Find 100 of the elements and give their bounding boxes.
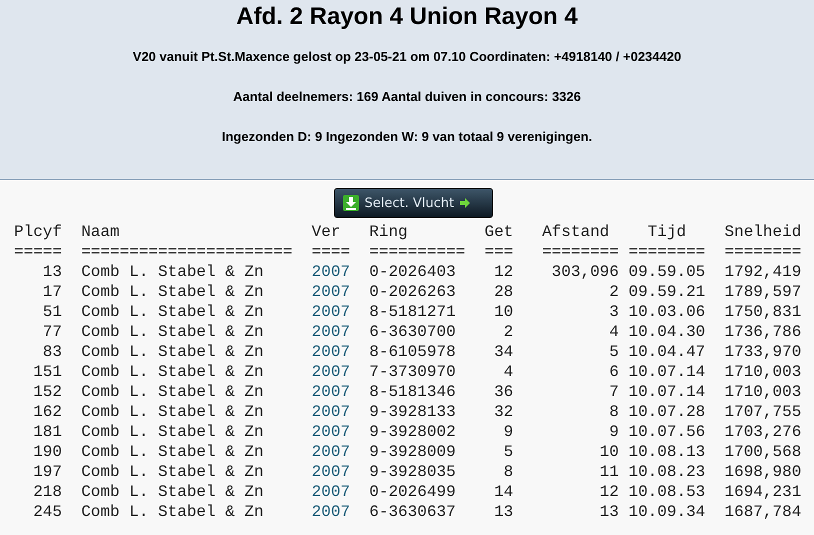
table-cell-text: 6-3630637 (369, 502, 457, 522)
table-cell: 1710,003 (724, 362, 802, 382)
table-cell-text: 8 (608, 402, 619, 422)
table-cell: 10.08.13 (628, 442, 706, 462)
table-cell: 09.59.21 (628, 282, 706, 302)
table-cell-text: 9-3928009 (369, 442, 457, 462)
table-cell: 1687,784 (724, 502, 802, 522)
table-cell-text: 12 (493, 262, 514, 282)
table-cell-text: 51 (42, 302, 62, 322)
column-header: Naam (81, 222, 121, 242)
column-header: Ring (369, 222, 409, 242)
table-cell-text: 3 (608, 302, 619, 322)
table-cell: 1736,786 (724, 322, 802, 342)
page-title: Afd. 2 Rayon 4 Union Rayon 4 (235, 3, 579, 31)
table-cell: 1750,831 (724, 302, 802, 322)
table-cell-text: 7 (608, 382, 619, 402)
year-link[interactable]: 2007 (312, 482, 350, 502)
table-cell-text: 151 (32, 362, 62, 382)
table-cell-text: 9 (502, 422, 514, 442)
table-cell-text: 9-3928133 (369, 402, 457, 422)
table-cell-text: 162 (32, 402, 62, 422)
table-cell-text: 152 (32, 382, 62, 402)
table-cell-text: 0-2026263 (369, 282, 457, 302)
table-cell-text: 14 (493, 482, 514, 502)
table-cell-text: Comb L. Stabel & Zn (81, 402, 265, 422)
year-link[interactable]: 2007 (312, 502, 350, 522)
year-link[interactable]: 2007 (312, 282, 350, 302)
table-cell-text: 6-3630700 (369, 322, 457, 342)
year-link[interactable]: 2007 (312, 362, 350, 382)
table-cell-text: 36 (493, 382, 514, 402)
table-cell: 10.07.14 (628, 382, 706, 402)
year-link[interactable]: 2007 (312, 402, 350, 422)
table-cell-text: 9-3928035 (369, 462, 457, 482)
table-cell: 10.04.30 (628, 322, 706, 342)
year-link[interactable]: 2007 (312, 262, 350, 282)
table-cell-text: 303,096 (550, 262, 619, 282)
year-link[interactable]: 2007 (312, 342, 350, 362)
select-flight-button[interactable]: Select. Vlucht (334, 188, 492, 218)
table-cell-text: 190 (32, 442, 62, 462)
header-underline: ======== (628, 242, 706, 262)
table-cell-text: Comb L. Stabel & Zn (81, 342, 265, 362)
table-cell-text: 181 (32, 422, 62, 442)
table-cell-text: 0-2026403 (369, 262, 457, 282)
year-link[interactable]: 2007 (312, 382, 350, 402)
info-line: V20 vanuit Pt.St.Maxence gelost op 23-05-21 om 07.10 Coordinaten: +4918140 / +0234420 (132, 49, 682, 65)
table-cell-text: 5 (608, 342, 619, 362)
column-header: Afstand (542, 222, 610, 242)
year-link[interactable]: 2007 (312, 422, 350, 442)
table-cell: 10.07.14 (628, 362, 706, 382)
table-cell-text: Comb L. Stabel & Zn (81, 362, 265, 382)
table-cell-text: 245 (32, 502, 62, 522)
table-cell: 1700,568 (724, 442, 802, 462)
table-cell-text: Comb L. Stabel & Zn (81, 262, 265, 282)
year-link[interactable]: 2007 (312, 442, 350, 462)
year-link[interactable]: 2007 (312, 302, 350, 322)
table-cell: 10.09.34 (628, 502, 706, 522)
column-header: Tijd (646, 222, 688, 242)
table-cell: 1703,276 (724, 422, 802, 442)
table-cell-text: 6 (608, 362, 619, 382)
header-underline: ======== (542, 242, 619, 262)
header-underline: === (484, 242, 514, 262)
table-cell-text: 9 (608, 422, 619, 442)
table-cell-text: 8-5181271 (369, 302, 457, 322)
table-cell-text: 28 (493, 282, 514, 302)
column-header: Ver (312, 222, 342, 242)
table-cell-text: 7-3730970 (369, 362, 457, 382)
table-cell: 1707,755 (724, 402, 802, 422)
table-cell-text: Comb L. Stabel & Zn (81, 422, 265, 442)
table-cell: 1789,597 (724, 282, 802, 302)
table-cell-text: Comb L. Stabel & Zn (81, 302, 265, 322)
table-cell-text: 83 (42, 342, 62, 362)
table-cell: 09.59.05 (628, 262, 706, 282)
header-underline: ===== (14, 242, 62, 262)
column-header: Get (484, 222, 514, 242)
table-cell-text: Comb L. Stabel & Zn (81, 482, 265, 502)
table-cell: 1698,980 (724, 462, 802, 482)
year-link[interactable]: 2007 (312, 462, 350, 482)
table-cell-text: 218 (32, 482, 62, 502)
table-cell-text: 77 (42, 322, 62, 342)
table-cell-text: 0-2026499 (369, 482, 457, 502)
table-cell-text: 12 (598, 482, 619, 502)
table-cell-text: Comb L. Stabel & Zn (81, 462, 265, 482)
header-underline: ========== (369, 242, 466, 262)
table-cell-text: 8-6105978 (369, 342, 457, 362)
table-cell: 1733,970 (724, 342, 802, 362)
table-cell-text: 13 (493, 502, 514, 522)
table-cell-text: 11 (598, 462, 619, 482)
table-cell: 1710,003 (724, 382, 802, 402)
table-cell-text: 32 (493, 402, 514, 422)
table-cell-text: Comb L. Stabel & Zn (81, 502, 265, 522)
table-cell-text: 2 (502, 322, 514, 342)
year-link[interactable]: 2007 (312, 322, 350, 342)
table-cell-text: Comb L. Stabel & Zn (81, 382, 265, 402)
table-cell-text: 4 (502, 362, 514, 382)
header-underline: ====================== (81, 242, 292, 262)
info-line: Aantal deelnemers: 169 Aantal duiven in concours: 3326 (232, 89, 582, 105)
table-cell-text: Comb L. Stabel & Zn (81, 322, 265, 342)
table-cell-text: 2 (608, 282, 619, 302)
table-cell: 10.07.28 (628, 402, 706, 422)
table-cell-text: 10 (493, 302, 514, 322)
